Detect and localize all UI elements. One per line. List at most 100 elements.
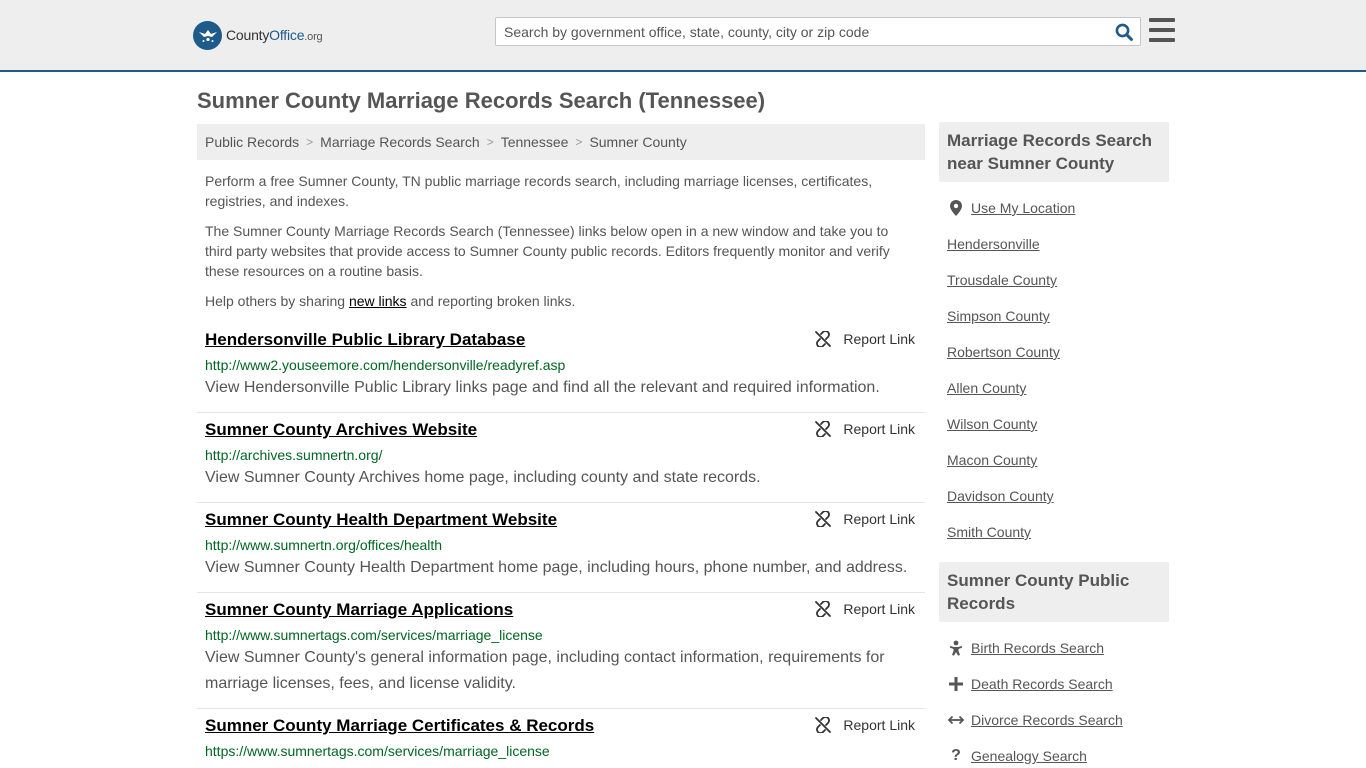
result-title-link[interactable]: Sumner County Marriage Applications [205,599,917,621]
result-description: View Sumner County Archives home page, i… [205,469,761,486]
nearby-link-hendersonville[interactable]: Hendersonville [947,236,1040,252]
report-link-label: Report Link [843,421,915,437]
report-link-button[interactable]: Report Link [815,331,915,347]
sidebar-item-nearby: Davidson County [947,478,1161,514]
hamburger-icon-bar [1149,28,1175,32]
sidebar-item-nearby: Wilson County [947,406,1161,442]
birth-records-link[interactable]: Birth Records Search [971,640,1104,656]
sidebar-item-divorce-records: Divorce Records Search [947,702,1161,738]
magnifier-icon [1115,23,1133,41]
result-title-link[interactable]: Sumner County Health Department Website [205,509,917,531]
sidebar-item-nearby: Simpson County [947,298,1161,334]
result-url: http://archives.sumnertn.org/ [205,447,383,463]
result-title-link[interactable]: Hendersonville Public Library Database [205,329,917,351]
sidebar-item-use-location: Use My Location [947,190,1161,226]
nearby-link-trousdale-county[interactable]: Trousdale County [947,272,1057,288]
results-list: Hendersonville Public Library Database h… [197,323,925,768]
hamburger-icon-bar [1149,38,1175,42]
death-records-link[interactable]: Death Records Search [971,676,1113,692]
nearby-link-wilson-county[interactable]: Wilson County [947,416,1037,432]
search-input[interactable] [496,18,1108,45]
intro-text: Perform a free Sumner County, TN public … [197,171,925,311]
nearby-link-davidson-county[interactable]: Davidson County [947,488,1054,504]
cross-icon [947,677,965,691]
breadcrumb-marriage-records[interactable]: Marriage Records Search [320,134,480,150]
intro-paragraph-3: Help others by sharing new links and rep… [205,291,917,311]
site-logo[interactable]: CountyOffice.org [193,20,323,50]
result-description: View Sumner County Health Department hom… [205,559,908,576]
hamburger-icon [1149,18,1175,22]
result-title-link[interactable]: Sumner County Marriage Certificates & Re… [205,715,917,737]
broken-link-icon [815,717,832,733]
result-url: http://www.sumnertn.org/offices/health [205,537,443,553]
result-item: Sumner County Marriage Applications http… [197,593,925,709]
broken-link-icon [815,511,832,527]
result-item: Sumner County Health Department Website … [197,503,925,593]
sidebar-item-nearby: Hendersonville [947,226,1161,262]
nearby-link-smith-county[interactable]: Smith County [947,524,1031,540]
nearby-link-robertson-county[interactable]: Robertson County [947,344,1060,360]
logo-tld-text: .org [304,31,323,43]
search-button[interactable] [1108,18,1140,45]
menu-button[interactable] [1149,18,1175,42]
eagle-seal-icon [193,20,222,50]
nearby-link-macon-county[interactable]: Macon County [947,452,1037,468]
intro-paragraph-2: The Sumner County Marriage Records Searc… [205,223,890,279]
breadcrumb-public-records[interactable]: Public Records [205,134,299,150]
new-links-link[interactable]: new links [349,293,407,309]
breadcrumb-tennessee[interactable]: Tennessee [501,134,569,150]
sidebar-item-nearby: Robertson County [947,334,1161,370]
logo-wordmark: CountyOffice.org [226,27,323,43]
report-link-label: Report Link [843,331,915,347]
report-link-button[interactable]: Report Link [815,717,915,733]
logo-county-text: County [226,27,270,43]
main-content: Public Records > Marriage Records Search… [197,124,925,768]
result-description: View Hendersonville Public Library links… [205,379,880,396]
arrows-horizontal-icon [947,715,965,725]
sidebar-item-nearby: Smith County [947,514,1161,550]
intro-help-text-end: and reporting broken links. [406,293,576,309]
divorce-records-link[interactable]: Divorce Records Search [971,712,1123,728]
report-link-label: Report Link [843,601,915,617]
nearby-link-simpson-county[interactable]: Simpson County [947,308,1050,324]
breadcrumb-sumner-county[interactable]: Sumner County [589,134,686,150]
report-link-button[interactable]: Report Link [815,601,915,617]
sidebar-item-nearby: Allen County [947,370,1161,406]
report-link-button[interactable]: Report Link [815,511,915,527]
sidebar-nearby-list: Use My Location Hendersonville Trousdale… [939,182,1169,562]
sidebar-item-genealogy: ? Genealogy Search [947,738,1161,768]
map-marker-icon [947,200,965,216]
sidebar-item-nearby: Macon County [947,442,1161,478]
sidebar-item-birth-records: Birth Records Search [947,630,1161,666]
sidebar: Marriage Records Search near Sumner Coun… [939,122,1169,768]
sidebar-nearby-heading: Marriage Records Search near Sumner Coun… [939,122,1169,182]
breadcrumb-separator: > [306,135,314,149]
use-my-location-link[interactable]: Use My Location [971,200,1075,216]
question-icon: ? [951,747,961,764]
result-title-link[interactable]: Sumner County Archives Website [205,419,917,441]
sidebar-item-death-records: Death Records Search [947,666,1161,702]
broken-link-icon [815,331,832,347]
broken-link-icon [815,421,832,437]
breadcrumb-separator: > [486,135,494,149]
report-link-button[interactable]: Report Link [815,421,915,437]
breadcrumb-separator: > [575,135,583,149]
breadcrumb: Public Records > Marriage Records Search… [197,124,925,160]
logo-office-text: Office [269,27,305,43]
result-description: View Sumner County's general information… [205,649,885,692]
sidebar-item-nearby: Trousdale County [947,262,1161,298]
report-link-label: Report Link [843,717,915,733]
result-item: Sumner County Marriage Certificates & Re… [197,709,925,768]
intro-help-text: Help others by sharing [205,293,349,309]
result-url: http://www2.youseemore.com/hendersonvill… [205,357,566,373]
report-link-label: Report Link [843,511,915,527]
broken-link-icon [815,601,832,617]
genealogy-search-link[interactable]: Genealogy Search [971,748,1087,764]
nearby-link-allen-county[interactable]: Allen County [947,380,1026,396]
result-url: https://www.sumnertags.com/services/marr… [205,743,550,759]
site-header: CountyOffice.org [0,0,1366,72]
baby-icon [947,640,965,656]
page-title: Sumner County Marriage Records Search (T… [197,88,766,113]
result-item: Sumner County Archives Website http://ar… [197,413,925,503]
intro-paragraph-1: Perform a free Sumner County, TN public … [205,173,873,209]
